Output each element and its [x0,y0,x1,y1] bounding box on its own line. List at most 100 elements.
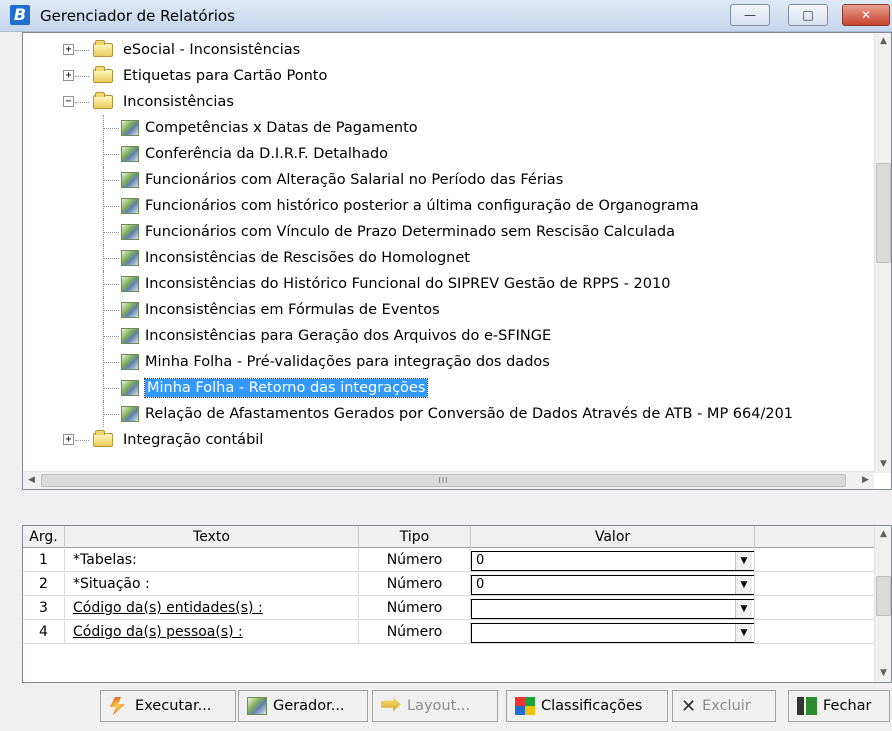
grid-header: Arg. Texto Tipo Valor [23,526,874,548]
tree-horizontal-scrollbar[interactable]: ◀ III ▶ [23,471,874,489]
report-label[interactable]: Inconsistências de Rescisões do Homologn… [145,249,470,267]
scroll-down-arrow-icon[interactable]: ▼ [875,665,892,682]
report-tree[interactable]: + eSocial - Inconsistências + Etiquetas par… [22,32,892,490]
tree-connector [103,388,119,389]
tree-vertical-scrollbar[interactable]: ▲ ▼ [874,33,891,473]
report-label[interactable]: Minha Folha - Pré-validações para integr… [145,353,550,371]
report-item[interactable]: Inconsistências de Rescisões do Homologn… [23,245,874,271]
hscroll-thumb[interactable]: III [41,474,846,487]
texto-label: Código da(s) entidades(s) : [73,600,263,616]
tipo-cell: Número [359,621,471,644]
dropdown-arrow-icon[interactable]: ▼ [735,624,752,642]
report-label[interactable]: Funcionários com histórico posterior a ú… [145,197,699,215]
fechar-button[interactable]: Fechar [788,690,890,722]
excluir-label: Excluir [702,698,751,714]
arg-cell: 3 [23,597,65,620]
classificacoes-button[interactable]: Classificações [506,690,668,722]
expand-icon[interactable]: + [63,44,74,55]
folder-label[interactable]: Integração contábil [123,431,263,449]
report-icon [121,354,139,370]
parameters-grid[interactable]: Arg. Texto Tipo Valor 1 *Tabelas: Número 0 ▼… [22,525,892,683]
scroll-down-arrow-icon[interactable]: ▼ [875,456,892,473]
collapse-icon[interactable]: − [63,96,74,107]
x-icon: ✕ [681,695,697,717]
report-label[interactable]: Inconsistências para Geração dos Arquivo… [145,327,551,345]
valor-combobox[interactable]: 0 [471,551,754,571]
scroll-thumb[interactable] [876,576,891,616]
scroll-right-arrow-icon[interactable]: ▶ [857,472,874,489]
tree-connector [75,440,89,441]
report-label[interactable]: Inconsistências do Histórico Funcional d… [145,275,670,293]
executar-label: Executar... [135,698,212,714]
param-row[interactable]: 3 Código da(s) entidades(s) : Número ▼ [23,597,874,620]
title-bar[interactable]: B Gerenciador de Relatórios — □ ✕ [0,0,892,32]
expand-icon[interactable]: + [63,434,74,445]
report-item[interactable]: Relação de Afastamentos Gerados por Conv… [23,401,874,427]
folder-label[interactable]: Etiquetas para Cartão Ponto [123,67,327,85]
tree-connector [103,310,119,311]
valor-combobox[interactable] [471,599,754,619]
tree-connector [103,232,119,233]
window-title: Gerenciador de Relatórios [40,7,235,25]
report-item[interactable]: Funcionários com Alteração Salarial no P… [23,167,874,193]
executar-button[interactable]: Executar... [100,690,236,722]
folder-label[interactable]: Inconsistências [123,93,234,111]
valor-cell: 0 ▼ [471,549,755,572]
report-label[interactable]: Competências x Datas de Pagamento [145,119,418,137]
folder-node[interactable]: + eSocial - Inconsistências [23,37,874,63]
folder-node[interactable]: + Integração contábil [23,427,874,453]
maximize-button[interactable]: □ [788,4,828,26]
report-label[interactable]: Relação de Afastamentos Gerados por Conv… [145,405,793,423]
minimize-icon: — [744,8,756,22]
scroll-thumb[interactable] [876,163,891,263]
report-item[interactable]: Funcionários com histórico posterior a ú… [23,193,874,219]
scroll-up-arrow-icon[interactable]: ▲ [875,33,892,50]
maximize-icon: □ [802,8,814,22]
report-item[interactable]: Minha Folha - Retorno das integrações [23,375,874,401]
arg-cell: 1 [23,549,65,572]
selected-report-label[interactable]: Minha Folha - Retorno das integrações [143,378,429,398]
expand-icon[interactable]: + [63,70,74,81]
tree-connector [103,284,119,285]
dropdown-arrow-icon[interactable]: ▼ [735,576,752,594]
tipo-cell: Número [359,573,471,596]
close-button[interactable]: ✕ [842,4,890,26]
layout-label: Layout... [407,698,471,714]
param-row[interactable]: 1 *Tabelas: Número 0 ▼ [23,549,874,572]
report-item[interactable]: Funcionários com Vínculo de Prazo Determ… [23,219,874,245]
tree-connector [103,336,119,337]
report-item[interactable]: Conferência da D.I.R.F. Detalhado [23,141,874,167]
report-label[interactable]: Conferência da D.I.R.F. Detalhado [145,145,388,163]
report-item[interactable]: Minha Folha - Pré-validações para integr… [23,349,874,375]
scroll-left-arrow-icon[interactable]: ◀ [23,472,40,489]
dropdown-arrow-icon[interactable]: ▼ [735,600,752,618]
report-label[interactable]: Funcionários com Vínculo de Prazo Determ… [145,223,675,241]
valor-combobox[interactable]: 0 [471,575,754,595]
report-item[interactable]: Inconsistências do Histórico Funcional d… [23,271,874,297]
blank-cell [755,621,874,644]
report-item[interactable]: Inconsistências para Geração dos Arquivo… [23,323,874,349]
valor-combobox[interactable] [471,623,754,643]
excluir-button[interactable]: ✕ Excluir [672,690,776,722]
dropdown-arrow-icon[interactable]: ▼ [735,552,752,570]
report-item[interactable]: Inconsistências em Fórmulas de Eventos [23,297,874,323]
folder-node[interactable]: − Inconsistências [23,89,874,115]
minimize-button[interactable]: — [730,4,770,26]
report-icon [121,172,139,188]
scroll-up-arrow-icon[interactable]: ▲ [875,526,892,543]
param-row[interactable]: 2 *Situação : Número 0 ▼ [23,573,874,596]
params-vertical-scrollbar[interactable]: ▲ ▼ [874,526,891,682]
open-folder-icon [93,92,113,109]
tree-connector [103,258,119,259]
texto-cell: Código da(s) entidades(s) : [65,597,359,620]
folder-label[interactable]: eSocial - Inconsistências [123,41,300,59]
folder-node[interactable]: + Etiquetas para Cartão Ponto [23,63,874,89]
header-texto: Texto [65,526,359,548]
tree-connector [103,154,119,155]
report-label[interactable]: Funcionários com Alteração Salarial no P… [145,171,563,189]
report-label[interactable]: Inconsistências em Fórmulas de Eventos [145,301,440,319]
param-row[interactable]: 4 Código da(s) pessoa(s) : Número ▼ [23,621,874,644]
layout-button[interactable]: Layout... [372,690,498,722]
report-item[interactable]: Competências x Datas de Pagamento [23,115,874,141]
gerador-button[interactable]: Gerador... [238,690,368,722]
